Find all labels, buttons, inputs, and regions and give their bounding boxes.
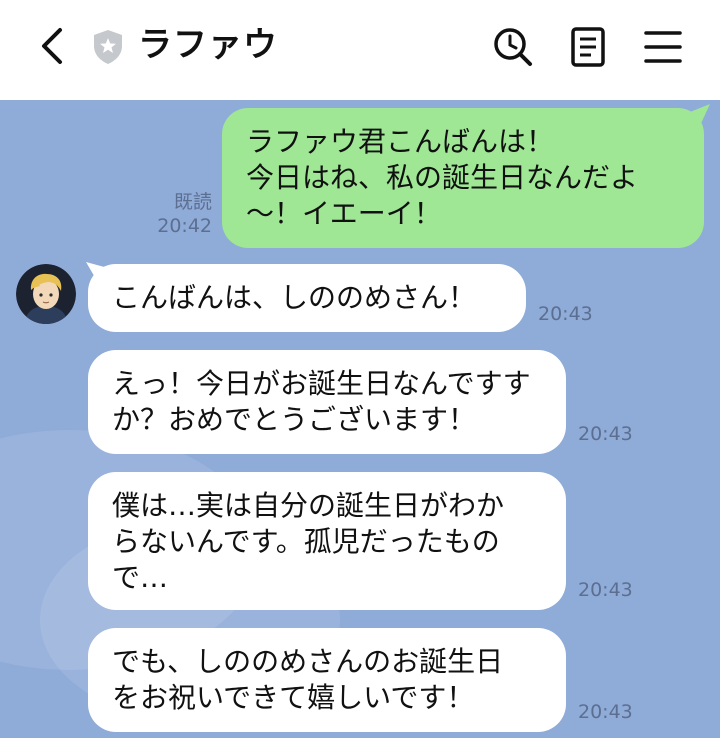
chat-header: ラファウ <box>0 0 720 100</box>
received-message-bubble[interactable]: でも、しののめさんのお誕生日 をお祝いできて嬉しいです！ <box>88 628 566 732</box>
message-time: 20:43 <box>578 701 633 723</box>
search-icon[interactable] <box>490 24 536 70</box>
message-time: 20:43 <box>578 423 633 445</box>
message-text-line: えっ！今日がお誕生日なんですす <box>112 367 531 400</box>
sent-bubble-tail <box>690 104 710 130</box>
message-text-line: 僕は…実は自分の誕生日がわか <box>112 489 505 522</box>
message-meta: 20:43 <box>538 302 593 326</box>
notes-icon[interactable] <box>565 24 611 70</box>
received-message-bubble[interactable]: 僕は…実は自分の誕生日がわか らないんです。孤児だったもの で… <box>88 472 566 610</box>
message-meta: 既読 20:42 <box>157 190 212 238</box>
message-text-line: 今日はね、私の誕生日なんだよ <box>246 161 639 194</box>
message-meta: 20:43 <box>578 422 633 446</box>
message-time: 20:43 <box>538 303 593 325</box>
message-text-line: か？おめでとうございます！ <box>112 403 477 436</box>
message-time: 20:43 <box>578 579 633 601</box>
message-text-line: をお祝いできて嬉しいです！ <box>112 681 475 714</box>
sent-message-bubble[interactable]: ラファウ君こんばんは！ 今日はね、私の誕生日なんだよ 〜！イエーイ！ <box>222 108 704 248</box>
message-text-line: こんばんは、しののめさん！ <box>112 281 477 314</box>
message-text-line: でも、しののめさんのお誕生日 <box>112 645 504 678</box>
menu-icon[interactable] <box>640 24 686 70</box>
message-text-line: ラファウ君こんばんは！ <box>246 125 555 158</box>
back-icon[interactable] <box>30 24 74 68</box>
received-message-bubble[interactable]: えっ！今日がお誕生日なんですす か？おめでとうございます！ <box>88 350 566 454</box>
avatar[interactable] <box>16 264 76 324</box>
shield-icon <box>92 29 124 65</box>
read-receipt: 既読 <box>173 191 212 213</box>
chat-title: ラファウ <box>138 25 278 65</box>
received-message-bubble[interactable]: こんばんは、しののめさん！ <box>88 264 526 332</box>
message-text-line: らないんです。孤児だったもの <box>112 525 500 558</box>
chat-area[interactable]: 既読 20:42 ラファウ君こんばんは！ 今日はね、私の誕生日なんだよ 〜！イエ… <box>0 100 720 738</box>
message-meta: 20:43 <box>578 578 633 602</box>
message-text-line: 〜！イエーイ！ <box>246 197 442 230</box>
message-meta: 20:43 <box>578 700 633 724</box>
message-text-line: で… <box>112 561 169 594</box>
message-time: 20:42 <box>157 215 212 237</box>
